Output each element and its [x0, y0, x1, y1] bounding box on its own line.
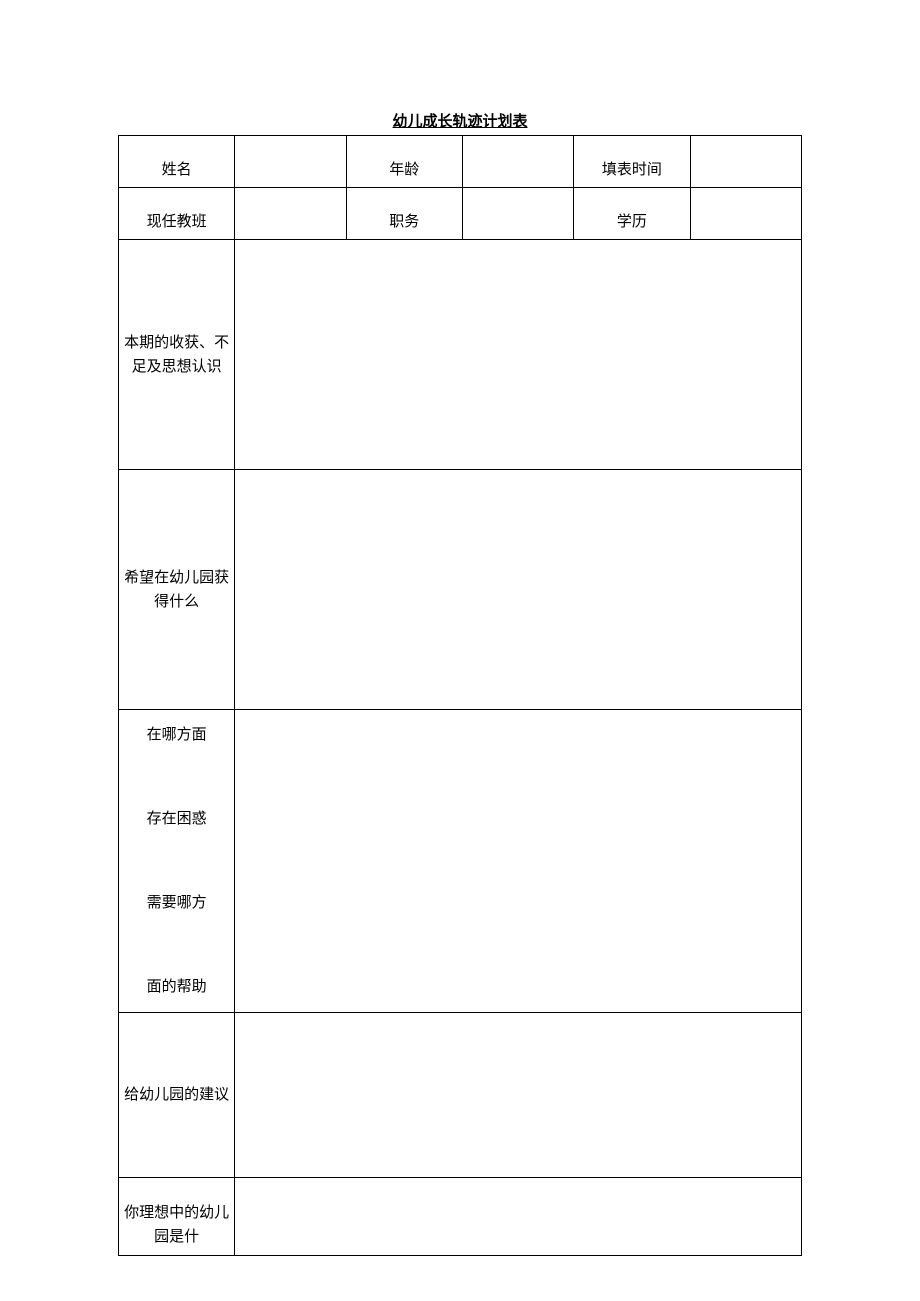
label-filltime: 填表时间	[574, 136, 690, 188]
label-class: 现任教班	[119, 188, 235, 240]
header-row-1: 姓名 年龄 填表时间	[119, 136, 802, 188]
label-suggest: 给幼儿园的建议	[119, 1013, 235, 1178]
growth-plan-table: 姓名 年龄 填表时间 现任教班 职务 学历 本期的收获、不足及思想认识 希望在幼…	[118, 135, 802, 1256]
value-name[interactable]	[235, 136, 346, 188]
row-suggest: 给幼儿园的建议	[119, 1013, 802, 1178]
label-position: 职务	[346, 188, 462, 240]
value-class[interactable]	[235, 188, 346, 240]
row-hope: 希望在幼儿园获得什么	[119, 470, 802, 710]
value-gains[interactable]	[235, 240, 802, 470]
label-help: 在哪方面 存在困惑 需要哪方 面的帮助	[119, 710, 235, 1013]
label-gains: 本期的收获、不足及思想认识	[119, 240, 235, 470]
value-ideal[interactable]	[235, 1178, 802, 1256]
value-age[interactable]	[462, 136, 573, 188]
value-filltime[interactable]	[690, 136, 801, 188]
value-suggest[interactable]	[235, 1013, 802, 1178]
label-education: 学历	[574, 188, 690, 240]
value-help[interactable]	[235, 710, 802, 1013]
document-title: 幼儿成长轨迹计划表	[118, 110, 802, 131]
value-hope[interactable]	[235, 470, 802, 710]
header-row-2: 现任教班 职务 学历	[119, 188, 802, 240]
label-ideal: 你理想中的幼儿园是什	[119, 1178, 235, 1256]
label-hope: 希望在幼儿园获得什么	[119, 470, 235, 710]
value-position[interactable]	[462, 188, 573, 240]
row-gains: 本期的收获、不足及思想认识	[119, 240, 802, 470]
row-ideal: 你理想中的幼儿园是什	[119, 1178, 802, 1256]
row-help: 在哪方面 存在困惑 需要哪方 面的帮助	[119, 710, 802, 1013]
label-age: 年龄	[346, 136, 462, 188]
label-name: 姓名	[119, 136, 235, 188]
value-education[interactable]	[690, 188, 801, 240]
